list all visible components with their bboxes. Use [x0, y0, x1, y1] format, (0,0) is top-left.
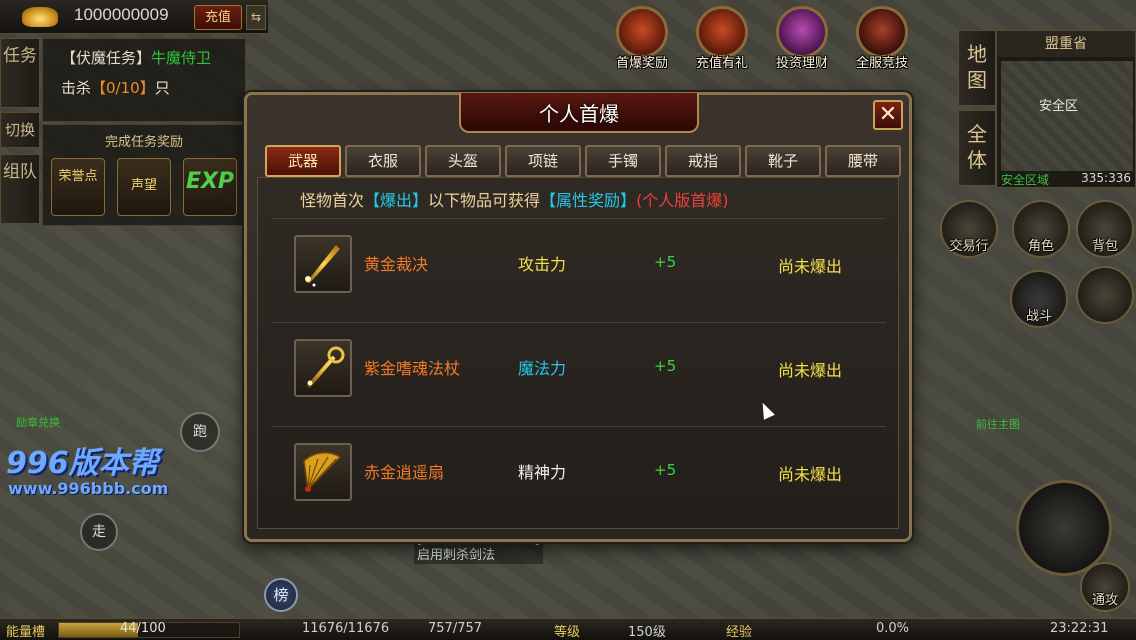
dialog-titlebar: 个人首爆 — [459, 93, 699, 133]
minimap-image[interactable] — [1001, 61, 1133, 171]
first-drop-icon — [616, 6, 668, 58]
golden-fan-icon[interactable] — [294, 443, 352, 501]
reward-fame-icon[interactable]: 声望 — [117, 158, 171, 216]
item-attribute: 攻击力 — [518, 255, 567, 274]
map-tab-local[interactable]: 地图 — [958, 30, 996, 106]
tab-necklace[interactable]: 项链 — [505, 145, 581, 177]
character-button[interactable]: 角色 — [1012, 200, 1070, 258]
tab-helmet[interactable]: 头盔 — [425, 145, 501, 177]
item-status: 尚未爆出 — [778, 257, 843, 276]
energy-value: 44/100 — [120, 621, 166, 636]
server-competition-button[interactable]: 全服竞技 — [844, 6, 920, 80]
task-panel[interactable]: 【伏魔任务】牛魔侍卫 击杀【0/10】只 — [42, 38, 246, 122]
minimap-tabs: 地图 全体 — [958, 30, 996, 190]
watermark-logo: 996版本帮 — [6, 446, 159, 481]
task-reward-panel: 完成任务奖励 荣誉点 声望 EXP — [42, 124, 246, 226]
dialog-title: 个人首爆 — [539, 102, 619, 126]
energy-label: 能量槽 — [6, 625, 46, 640]
currency-bar: 1000000009 充值 ⇆ — [0, 0, 268, 34]
exp-label: 经验 — [726, 625, 753, 640]
trade-button[interactable]: 交易行 — [940, 200, 998, 258]
recharge-gift-button[interactable]: 充值有礼 — [684, 6, 760, 80]
tab-belt[interactable]: 腰带 — [825, 145, 901, 177]
bag-button[interactable]: 背包 — [1076, 200, 1134, 258]
reward-title: 完成任务奖励 — [104, 135, 183, 150]
level-value: 150级 — [628, 625, 666, 640]
item-attribute: 精神力 — [518, 463, 567, 482]
mp-value: 757/757 — [428, 621, 483, 636]
investment-button[interactable]: 投资理财 — [764, 6, 840, 80]
item-row: 黄金裁决 攻击力 +5 尚未爆出 — [272, 218, 886, 318]
gold-ingot-icon — [22, 7, 58, 27]
item-row: 紫金嗜魂法杖 魔法力 +5 尚未爆出 — [272, 322, 886, 422]
status-bar: 能量槽 44/100 11676/11676 757/757 等级 150级 经… — [0, 618, 1136, 640]
battle-button[interactable]: 战斗 — [1010, 270, 1068, 328]
golden-sword-icon[interactable] — [294, 235, 352, 293]
item-bonus: +5 — [654, 461, 677, 479]
side-tab-team[interactable]: 组队 — [0, 154, 40, 224]
npc-label-right[interactable]: 前往主图 — [976, 416, 1020, 432]
tab-bracelet[interactable]: 手镯 — [585, 145, 661, 177]
map-name: 盟重省 — [997, 31, 1135, 57]
gold-amount: 1000000009 — [74, 5, 169, 24]
item-name: 赤金逍遥扇 — [364, 463, 445, 482]
investment-icon — [776, 6, 828, 58]
recharge-button[interactable]: 充值 — [194, 5, 242, 30]
chat-line: 启用刺杀剑法 — [414, 548, 543, 564]
item-row: 赤金逍遥扇 精神力 +5 尚未爆出 — [272, 426, 886, 526]
reward-honor-icon[interactable]: 荣誉点 — [51, 158, 105, 216]
leaderboard-button[interactable]: 榜 — [264, 578, 298, 612]
item-bonus: +5 — [654, 357, 677, 375]
item-status: 尚未爆出 — [778, 361, 843, 380]
map-tab-world[interactable]: 全体 — [958, 110, 996, 186]
reward-exp-icon[interactable]: EXP — [183, 158, 237, 216]
item-attribute: 魔法力 — [518, 359, 567, 378]
item-bonus: +5 — [654, 253, 677, 271]
recharge-gift-icon — [696, 6, 748, 58]
server-competition-icon — [856, 6, 908, 58]
attack-sword-button[interactable] — [1016, 480, 1112, 576]
first-drop-dialog: 个人首爆 ✕ 武器 衣服 头盔 项链 手镯 戒指 靴子 腰带 怪物首次【爆出】以… — [244, 92, 912, 542]
collapse-toggle-icon[interactable]: ⇆ — [246, 5, 266, 30]
npc-label-left[interactable]: 励章兑换 — [16, 414, 60, 430]
task-title: 【伏魔任务】牛魔侍卫 — [61, 49, 212, 67]
side-tab-switch[interactable]: 切换 — [0, 112, 40, 148]
tab-armor[interactable]: 衣服 — [345, 145, 421, 177]
dpad-icon[interactable] — [1076, 266, 1134, 324]
run-button[interactable]: 跑 — [180, 412, 220, 452]
exp-value: 0.0% — [876, 621, 910, 636]
minimap[interactable]: 盟重省 安全区 安全区域 335:336 — [996, 30, 1136, 188]
tab-weapon[interactable]: 武器 — [265, 145, 341, 177]
general-attack-button[interactable]: 通攻 — [1080, 562, 1130, 612]
clock: 23:22:31 — [1050, 621, 1109, 636]
close-icon[interactable]: ✕ — [873, 100, 903, 130]
zone-name: 安全区域 — [1001, 173, 1050, 187]
item-name: 黄金裁决 — [364, 255, 429, 274]
player-coords: 335:336 — [1081, 171, 1131, 185]
first-drop-reward-button[interactable]: 首爆奖励 — [604, 6, 680, 80]
first-drop-content: 怪物首次【爆出】以下物品可获得【属性奖励】(个人版首爆) 黄金裁决 攻击力 +5… — [257, 177, 899, 529]
map-safe-zone-label: 安全区 — [1039, 99, 1079, 114]
first-drop-intro: 怪物首次【爆出】以下物品可获得【属性奖励】(个人版首爆) — [300, 191, 729, 210]
item-name: 紫金嗜魂法杖 — [364, 359, 461, 378]
walk-button[interactable]: 走 — [80, 513, 118, 551]
tab-boots[interactable]: 靴子 — [745, 145, 821, 177]
watermark-url: www.996bbb.com — [8, 479, 169, 498]
level-label: 等级 — [554, 625, 581, 640]
golden-staff-icon[interactable] — [294, 339, 352, 397]
hp-value: 11676/11676 — [302, 621, 390, 636]
side-tab-task[interactable]: 任务 — [0, 38, 40, 108]
task-progress: 击杀【0/10】只 — [61, 79, 170, 97]
equipment-tab-row: 武器 衣服 头盔 项链 手镯 戒指 靴子 腰带 — [265, 145, 901, 177]
item-status: 尚未爆出 — [778, 465, 843, 484]
tab-ring[interactable]: 戒指 — [665, 145, 741, 177]
